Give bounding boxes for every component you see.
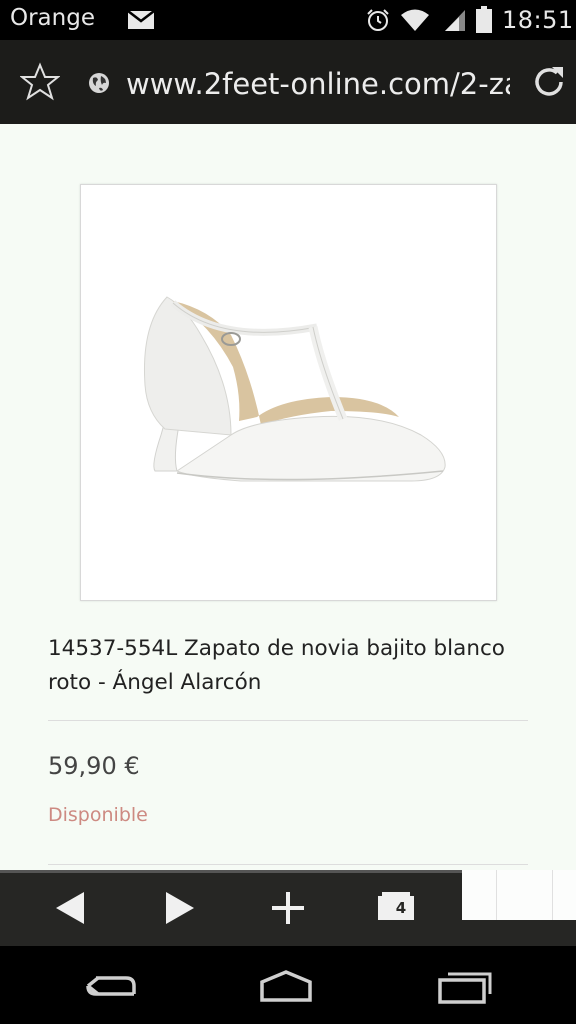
signal-icon xyxy=(445,10,465,31)
browser-url-bar: www.2feet-online.com/2-zapa xyxy=(0,40,576,124)
url-field[interactable]: www.2feet-online.com/2-zapa xyxy=(126,64,510,104)
clock: 18:51 xyxy=(502,6,574,34)
star-icon[interactable] xyxy=(20,62,60,102)
availability-status: Disponible xyxy=(48,804,148,826)
plus-icon[interactable] xyxy=(266,886,310,930)
alarm-icon xyxy=(367,9,389,31)
tabs-count: 4 xyxy=(395,899,407,917)
web-page-content: 14537-554L Zapato de novia bajito blanco… xyxy=(0,124,576,870)
browser-toolbar: 4 xyxy=(0,870,576,946)
product-price: 59,90 € xyxy=(48,752,140,780)
wifi-icon xyxy=(401,9,429,31)
carrier-name: Orange xyxy=(10,5,95,31)
toolbar-edge xyxy=(0,870,462,873)
back-arrow-icon[interactable] xyxy=(50,886,94,930)
android-nav-bar xyxy=(0,946,576,1024)
product-title[interactable]: 14537-554L Zapato de novia bajito blanco… xyxy=(48,632,548,700)
mail-icon xyxy=(128,11,154,29)
divider xyxy=(48,720,528,721)
nav-recents-icon[interactable] xyxy=(436,966,496,1006)
page-remnant xyxy=(462,870,576,920)
forward-arrow-icon[interactable] xyxy=(158,886,202,930)
status-bar: Orange 18:51 xyxy=(0,0,576,40)
divider xyxy=(48,864,528,865)
nav-home-icon[interactable] xyxy=(256,966,316,1006)
nav-back-icon[interactable] xyxy=(82,966,142,1006)
battery-icon xyxy=(476,6,492,33)
reload-icon[interactable] xyxy=(530,63,568,101)
globe-icon xyxy=(89,73,109,93)
shoe-illustration xyxy=(144,296,446,482)
product-image[interactable] xyxy=(80,184,497,601)
